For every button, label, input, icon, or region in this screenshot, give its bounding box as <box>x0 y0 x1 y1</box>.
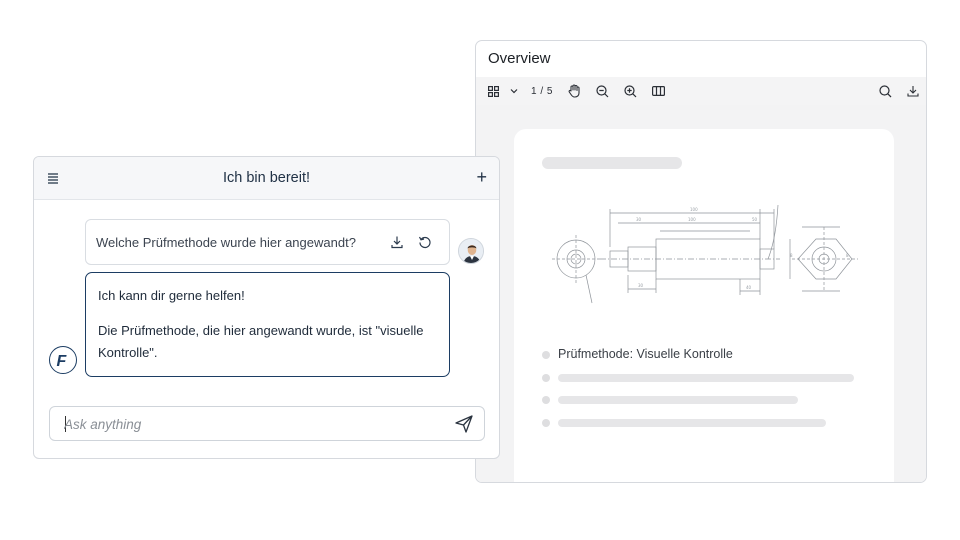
svg-text:40: 40 <box>746 285 752 290</box>
refresh-icon[interactable] <box>418 235 434 251</box>
chat-input[interactable] <box>64 415 434 433</box>
svg-text:100: 100 <box>690 207 698 212</box>
svg-text:30: 30 <box>636 217 642 222</box>
svg-text:8: 8 <box>846 253 849 258</box>
user-avatar <box>458 238 484 264</box>
result-line: Prüfmethode: Visuelle Kontrolle <box>558 347 733 361</box>
viewer-title: Overview <box>488 50 551 67</box>
skeleton-line <box>558 396 798 404</box>
search-icon[interactable] <box>876 77 894 105</box>
assistant-message-line: Die Prüfmethode, die hier angewandt wurd… <box>98 323 424 360</box>
download-icon[interactable] <box>390 235 406 251</box>
zoom-in-icon[interactable] <box>621 77 639 105</box>
svg-text:30: 30 <box>638 283 644 288</box>
viewer-toolbar: 1 / 5 <box>476 77 926 105</box>
assistant-message-bubble: Ich kann dir gerne helfen! Die Prüfmetho… <box>85 272 450 377</box>
svg-text:100: 100 <box>688 217 696 222</box>
document-page: 100 100 30 50 30 40 8 8 Prüfmethode: Visuell… <box>514 129 894 482</box>
chat-title: Ich bin bereit! <box>222 170 311 186</box>
chat-panel: Ich bin bereit! + Welche Prüfmethode wur… <box>33 156 500 459</box>
new-chat-button[interactable]: + <box>476 168 487 186</box>
skeleton-line <box>558 374 854 382</box>
send-icon[interactable] <box>454 414 474 434</box>
assistant-message-line: Ich kann dir gerne helfen! <box>98 288 245 303</box>
page-indicator[interactable]: 1 / 5 <box>528 77 556 105</box>
chat-header: Ich bin bereit! + <box>34 157 499 200</box>
zoom-out-icon[interactable] <box>593 77 611 105</box>
overview-panel: Overview 1 / 5 100 100 30 50 30 40 8 8 P… <box>475 40 927 483</box>
svg-text:50: 50 <box>752 217 758 222</box>
user-message: Welche Prüfmethode wurde hier angewandt? <box>96 235 356 250</box>
bullet-dot <box>542 396 550 404</box>
document-canvas[interactable]: 100 100 30 50 30 40 8 8 Prüfmethode: Visuell… <box>476 105 926 482</box>
hand-pan-icon[interactable] <box>565 77 583 105</box>
technical-drawing-image: 100 100 30 50 30 40 8 8 <box>552 204 858 304</box>
two-page-view-icon[interactable] <box>649 77 667 105</box>
user-message-bubble: Welche Prüfmethode wurde hier angewandt? <box>85 219 450 265</box>
bullet-dot <box>542 351 550 359</box>
svg-text:F: F <box>57 353 68 369</box>
grid-view-icon[interactable] <box>484 77 502 105</box>
assistant-logo: F <box>49 346 77 374</box>
skeleton-title <box>542 157 682 169</box>
bullet-dot <box>542 374 550 382</box>
download-icon[interactable] <box>904 77 922 105</box>
chat-composer <box>49 406 485 441</box>
chevron-down-icon[interactable] <box>507 77 521 105</box>
skeleton-line <box>558 419 826 427</box>
svg-text:8: 8 <box>790 253 793 258</box>
bullet-dot <box>542 419 550 427</box>
